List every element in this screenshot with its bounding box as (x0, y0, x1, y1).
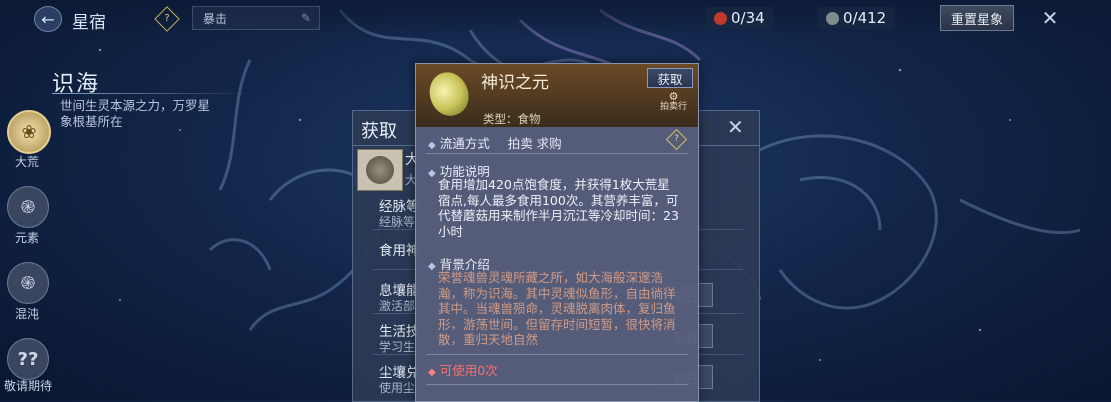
divider (426, 384, 688, 385)
acquire-row-sub: 学习生 (379, 340, 416, 354)
page-title: 星宿 (72, 13, 106, 33)
auction-label: 拍卖行 (660, 102, 688, 112)
close-icon: ✕ (1041, 6, 1059, 30)
gray-star-counter: 0/412 (818, 7, 895, 29)
obtain-button[interactable]: 获取 (647, 68, 693, 88)
usable-count: 可使用0次 (439, 363, 498, 378)
acquire-row-label: 尘壤兑 (379, 365, 420, 381)
acquire-row-sub: 激活部 (379, 299, 416, 313)
nav-item-coming-soon[interactable]: ?? (7, 338, 49, 380)
acquire-panel-title: 获取 (361, 121, 397, 142)
circle-arrow-left-icon: ← (41, 9, 55, 29)
function-description: 食用增加420点饱食度，并获得1枚大荒星宿点,每人最多食用100次。其营养丰富，… (438, 177, 679, 239)
red-star-icon (714, 11, 727, 25)
diamond-bullet-icon: ◆ (428, 168, 436, 179)
background-description: 荣誉魂兽灵魂所藏之所，如大海般深邃浩瀚，称为识海。其中灵魂似鱼形，自由徜徉其中。… (438, 270, 676, 347)
divider (426, 354, 688, 355)
nav-label-yuansu: 元素 (14, 231, 39, 245)
diamond-bullet-icon: ◆ (428, 261, 436, 272)
back-button[interactable]: ← (34, 6, 62, 32)
usable-count-row: ◆ 可使用0次 (428, 360, 498, 379)
diamond-bullet-icon: ◆ (428, 140, 436, 151)
acquire-row-label: 生活技 (379, 324, 420, 340)
divider (52, 93, 252, 94)
acquire-row-sub: 使用尘 (379, 381, 416, 395)
acquire-row-label: 食用神 (379, 243, 420, 259)
question-icon: ? (164, 13, 170, 24)
reset-constellation-button[interactable]: 重置星象 (940, 5, 1014, 31)
auction-house-button[interactable]: ⚙ 拍卖行 (660, 90, 688, 112)
category-description: 世间生灵本源之力，万罗星象根基所在 (60, 98, 211, 129)
red-star-count: 0/34 (731, 9, 765, 27)
spiral-icon: ֎ (20, 197, 36, 218)
vortex-icon: ֍ (20, 273, 36, 294)
item-tooltip: 神识之元 获取 ⚙ 拍卖行 类型：食物 ◆ 流通方式 拍卖 求购 ? ◆ 功能说明 … (415, 63, 699, 402)
nav-item-hundun[interactable]: ֍ (7, 262, 49, 304)
search-input[interactable]: 暴击 ✎ (192, 6, 320, 30)
dahuang-emblem-icon: ❀ (21, 121, 37, 143)
nav-label-coming-soon: 敬请期待 (3, 379, 52, 393)
nav-item-yuansu[interactable]: ֎ (7, 186, 49, 228)
item-slot (357, 149, 403, 191)
acquire-panel-close-button[interactable]: ✕ (727, 115, 744, 139)
diamond-bullet-icon: ◆ (428, 367, 436, 378)
acquire-row-sub: 经脉等 (379, 215, 416, 229)
acquire-row-label: 息壤能 (379, 283, 420, 299)
close-button[interactable]: ✕ (1036, 4, 1064, 32)
divider (426, 153, 688, 154)
gray-star-count: 0/412 (843, 9, 887, 27)
acquire-row-label: 经脉等 (379, 199, 420, 215)
circulation-label: 流通方式 (439, 136, 490, 151)
edit-icon: ✎ (300, 11, 311, 25)
circulation-help-button[interactable]: ? (665, 128, 688, 151)
search-placeholder: 暴击 (203, 11, 228, 26)
nav-label-hundun: 混沌 (14, 307, 39, 321)
coin-icon (366, 156, 394, 184)
gray-star-icon (826, 11, 839, 25)
item-title: 神识之元 (481, 73, 549, 93)
item-type: 类型：食物 (483, 112, 541, 126)
red-star-counter: 0/34 (706, 7, 773, 29)
circulation-row: ◆ 流通方式 拍卖 求购 (428, 133, 562, 152)
gavel-icon: ⚙ (668, 90, 679, 103)
question-icon: ? (674, 134, 679, 144)
circulation-value: 拍卖 求购 (507, 136, 562, 151)
close-icon: ✕ (727, 115, 744, 139)
question-marks-icon: ?? (17, 348, 39, 370)
nav-item-dahuang[interactable]: ❀ (7, 110, 51, 154)
nav-label-dahuang: 大荒 (14, 155, 39, 169)
